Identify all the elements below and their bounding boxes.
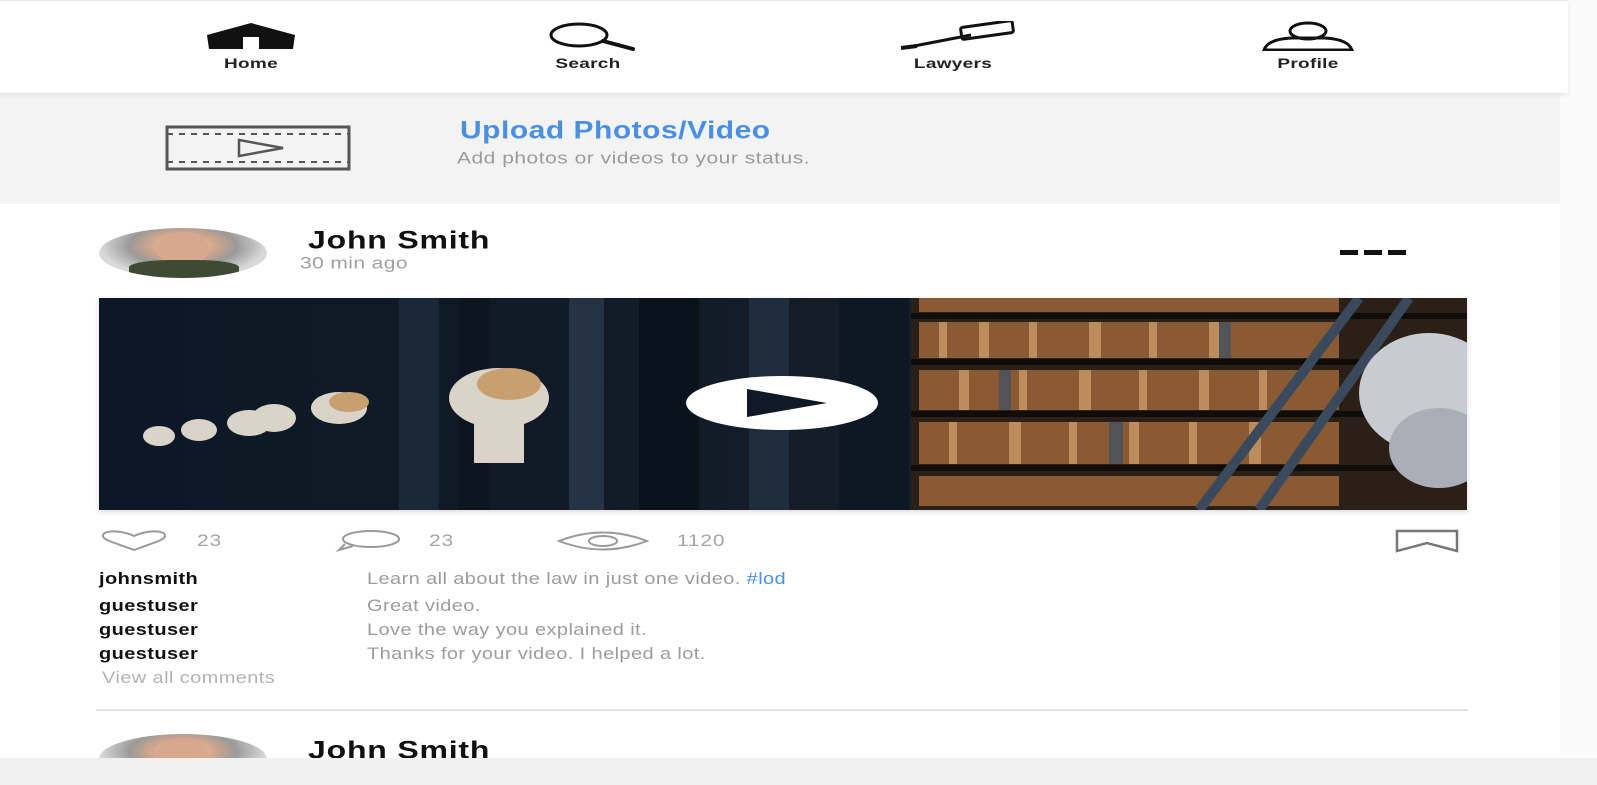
- nav-label-search: Search: [555, 55, 621, 72]
- comment-button[interactable]: 23: [335, 529, 454, 553]
- search-icon: [549, 22, 635, 51]
- post-divider: [96, 709, 1468, 711]
- comment-username[interactable]: guestuser: [99, 621, 198, 640]
- caption-body: Learn all about the law in just one vide…: [367, 570, 747, 589]
- caption-hashtag[interactable]: #lod: [747, 570, 786, 588]
- comment-username[interactable]: guestuser: [99, 597, 198, 616]
- like-count: 23: [197, 531, 222, 550]
- nav-label-lawyers: Lawyers: [913, 55, 993, 72]
- nav-item-lawyers[interactable]: Lawyers: [868, 21, 1038, 75]
- bottom-bar: [0, 758, 1597, 785]
- upload-title[interactable]: Upload Photos/Video: [460, 117, 771, 145]
- comment-bubble-icon: [335, 530, 400, 552]
- window-edge: [1560, 0, 1597, 758]
- nav-item-search[interactable]: Search: [503, 21, 673, 75]
- comment-username[interactable]: guestuser: [99, 645, 198, 664]
- more-options-icon[interactable]: [1338, 244, 1408, 262]
- caption-text: Learn all about the law in just one vide…: [367, 570, 786, 589]
- top-navigation: Home Search Lawyers Profile: [0, 0, 1568, 93]
- nav-item-profile[interactable]: Profile: [1223, 21, 1393, 75]
- caption-username[interactable]: johnsmith: [99, 570, 198, 589]
- views-indicator[interactable]: 1120: [557, 529, 725, 553]
- avatar[interactable]: [99, 228, 267, 278]
- comment-count: 23: [429, 531, 454, 550]
- like-button[interactable]: 23: [99, 529, 222, 553]
- views-count: 1120: [677, 531, 726, 550]
- post-card-next: John Smith: [0, 714, 1568, 764]
- comment-text: Great video.: [367, 597, 481, 616]
- comment-text: Thanks for your video. I helped a lot.: [367, 645, 706, 664]
- play-icon[interactable]: [686, 376, 878, 430]
- bookmark-icon[interactable]: [1395, 529, 1459, 558]
- comment-text: Love the way you explained it.: [367, 621, 647, 640]
- post-author[interactable]: John Smith: [308, 226, 490, 255]
- user-icon: [1262, 21, 1354, 51]
- post-time: 30 min ago: [300, 254, 408, 273]
- post-video[interactable]: [99, 298, 1467, 510]
- heart-icon: [101, 530, 167, 552]
- upload-section: Upload Photos/Video Add photos or videos…: [0, 93, 1568, 204]
- nav-label-profile: Profile: [1277, 55, 1339, 72]
- upload-subtitle: Add photos or videos to your status.: [457, 149, 811, 168]
- nav-label-home: Home: [224, 55, 278, 72]
- gavel-icon: [900, 21, 1015, 50]
- home-icon: [207, 23, 295, 49]
- eye-icon: [557, 531, 649, 551]
- post-card: John Smith 30 min ago 23 23 1120 johnsmi…: [0, 204, 1568, 714]
- post-stats: 23 23 1120: [99, 529, 1467, 555]
- nav-item-home[interactable]: Home: [166, 21, 336, 75]
- video-film-icon[interactable]: [165, 125, 351, 176]
- view-all-comments-link[interactable]: View all comments: [102, 669, 275, 688]
